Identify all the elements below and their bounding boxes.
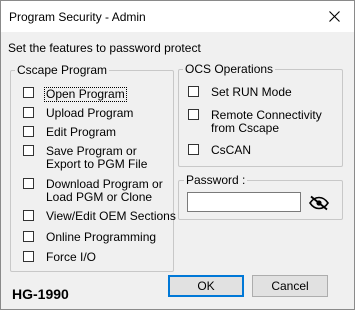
open-program-label[interactable]: Open Program — [44, 87, 127, 102]
remote-connectivity-label-line2[interactable]: from Cscape — [211, 122, 279, 135]
ok-button[interactable]: OK — [168, 275, 244, 297]
password-input[interactable] — [187, 192, 301, 212]
view-edit-oem-checkbox[interactable] — [23, 210, 34, 221]
save-program-label-line2[interactable]: Export to PGM File — [46, 158, 147, 171]
instruction-text: Set the features to password protect — [8, 41, 201, 55]
cscan-checkbox[interactable] — [188, 144, 199, 155]
force-io-checkbox[interactable] — [23, 251, 34, 262]
edit-program-checkbox[interactable] — [23, 126, 34, 137]
online-programming-checkbox[interactable] — [23, 231, 34, 242]
ocs-operations-legend: OCS Operations — [185, 62, 274, 76]
save-program-checkbox[interactable] — [23, 145, 34, 156]
download-program-label-line2[interactable]: Load PGM or Clone — [46, 191, 152, 204]
online-programming-label[interactable]: Online Programming — [46, 231, 156, 244]
download-program-checkbox[interactable] — [23, 178, 34, 189]
close-icon — [328, 10, 340, 22]
set-run-mode-label[interactable]: Set RUN Mode — [211, 86, 292, 99]
cancel-button[interactable]: Cancel — [252, 275, 328, 297]
cscan-label[interactable]: CsCAN — [211, 144, 251, 157]
set-run-mode-checkbox[interactable] — [188, 86, 199, 97]
window-title: Program Security - Admin — [9, 10, 146, 24]
close-button[interactable] — [319, 4, 349, 28]
eye-slash-icon — [309, 195, 329, 211]
remote-connectivity-checkbox[interactable] — [188, 109, 199, 120]
title-bar: Program Security - Admin — [1, 1, 354, 32]
view-edit-oem-label[interactable]: View/Edit OEM Sections — [46, 210, 176, 223]
force-io-label[interactable]: Force I/O — [46, 251, 96, 264]
open-program-checkbox[interactable] — [23, 87, 34, 98]
cscape-program-legend: Cscape Program — [17, 63, 108, 77]
password-legend: Password : — [186, 173, 246, 187]
upload-program-checkbox[interactable] — [23, 107, 34, 118]
show-password-toggle[interactable] — [308, 195, 330, 211]
edit-program-label[interactable]: Edit Program — [46, 126, 116, 139]
upload-program-label[interactable]: Upload Program — [46, 107, 133, 120]
hardware-model-label: HG-1990 — [12, 286, 69, 302]
